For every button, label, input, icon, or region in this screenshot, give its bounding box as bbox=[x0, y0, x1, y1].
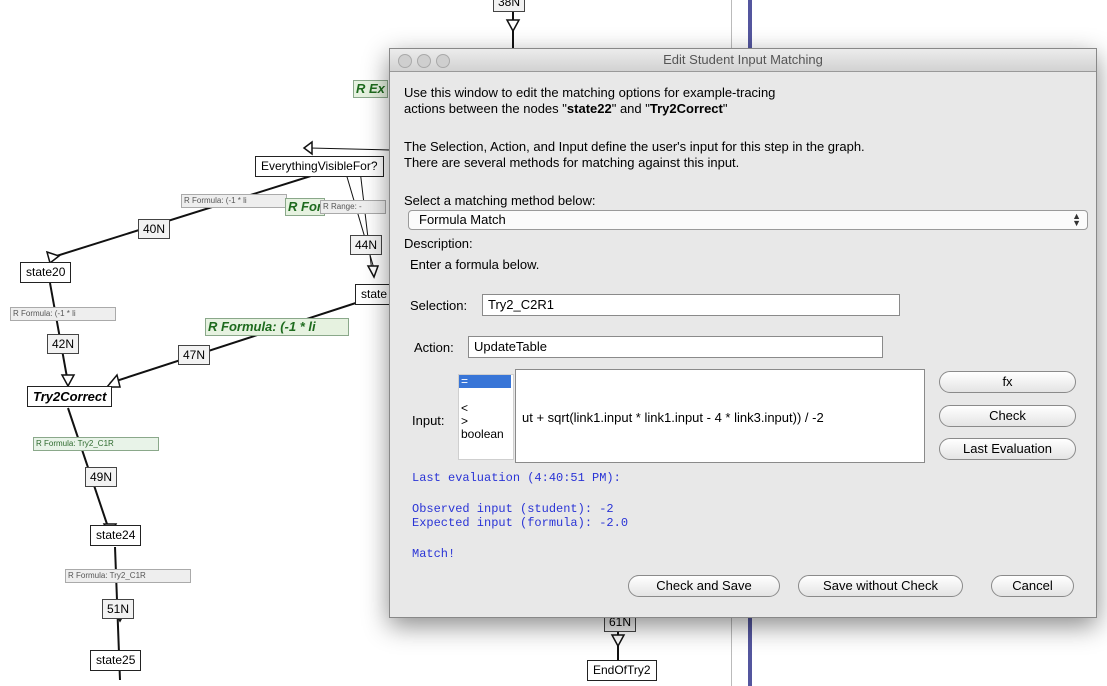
graph-node[interactable]: state bbox=[355, 284, 394, 305]
graph-node[interactable]: state24 bbox=[90, 525, 142, 546]
last-evaluation-button[interactable]: Last Evaluation bbox=[939, 438, 1076, 460]
formula-text: ut + sqrt(link1.input * link1.input - 4 … bbox=[522, 410, 824, 425]
sai-line-1: The Selection, Action, and Input define … bbox=[404, 139, 865, 154]
evaluation-header: Last evaluation (4:40:51 PM): bbox=[412, 471, 621, 485]
operator-list[interactable]: = < > boolean bbox=[458, 374, 514, 460]
edge-label[interactable]: R For bbox=[285, 198, 325, 216]
edge-label[interactable]: R Formula: Try2_C1R bbox=[65, 569, 191, 583]
selection-label: Selection: bbox=[410, 298, 468, 313]
fx-button[interactable]: fx bbox=[939, 371, 1076, 393]
edge-label[interactable]: R Formula: (-1 * li bbox=[205, 318, 349, 336]
match-result: Match! bbox=[412, 547, 456, 561]
dialog-titlebar[interactable]: Edit Student Input Matching bbox=[390, 49, 1096, 72]
intro-node-2: Try2Correct bbox=[649, 101, 723, 116]
edge-label[interactable]: R Range: - bbox=[320, 200, 386, 214]
check-button[interactable]: Check bbox=[939, 405, 1076, 427]
formula-input[interactable]: ut + sqrt(link1.input * link1.input - 4 … bbox=[515, 369, 925, 463]
edge-number[interactable]: 47N bbox=[178, 345, 211, 365]
description-label: Description: bbox=[404, 236, 473, 251]
matching-method-value: Formula Match bbox=[419, 212, 506, 227]
graph-node[interactable]: state25 bbox=[90, 650, 142, 671]
minimize-window-icon[interactable] bbox=[417, 54, 431, 68]
edge-number[interactable]: 44N bbox=[350, 235, 383, 255]
edge-number[interactable]: 38N bbox=[493, 0, 526, 12]
edge-number[interactable]: 42N bbox=[47, 334, 80, 354]
intro-line-2: actions between the nodes "state22" and … bbox=[404, 101, 728, 116]
edge-number[interactable]: 40N bbox=[138, 219, 171, 239]
graph-node[interactable]: state20 bbox=[20, 262, 72, 283]
close-window-icon[interactable] bbox=[398, 54, 412, 68]
operator-option[interactable]: = bbox=[459, 375, 511, 388]
graph-node[interactable]: Try2Correct bbox=[27, 386, 113, 407]
action-label: Action: bbox=[414, 340, 454, 355]
zoom-window-icon[interactable] bbox=[436, 54, 450, 68]
graph-node[interactable]: EverythingVisibleFor? bbox=[255, 156, 384, 177]
edge-label[interactable]: R Ex bbox=[353, 80, 388, 98]
description-text: Enter a formula below. bbox=[410, 257, 540, 272]
edge-label[interactable]: R Formula: Try2_C1R bbox=[33, 437, 159, 451]
intro-node-1: state22 bbox=[566, 101, 612, 116]
input-label: Input: bbox=[412, 413, 445, 428]
edge-number[interactable]: 51N bbox=[102, 599, 135, 619]
cancel-button[interactable]: Cancel bbox=[991, 575, 1074, 597]
save-without-check-button[interactable]: Save without Check bbox=[798, 575, 963, 597]
dialog-title: Edit Student Input Matching bbox=[663, 52, 823, 67]
selection-input[interactable]: Try2_C2R1 bbox=[482, 294, 900, 316]
expected-input: Expected input (formula): -2.0 bbox=[412, 516, 629, 530]
edge-label[interactable]: R Formula: (-1 * li bbox=[181, 194, 287, 208]
sai-line-2: There are several methods for matching a… bbox=[404, 155, 740, 170]
observed-input: Observed input (student): -2 bbox=[412, 502, 614, 516]
select-method-label: Select a matching method below: bbox=[404, 193, 596, 208]
edit-student-input-matching-dialog: Edit Student Input Matching Use this win… bbox=[389, 48, 1097, 618]
edge-label[interactable]: R Formula: (-1 * li bbox=[10, 307, 116, 321]
matching-method-select[interactable]: Formula Match ▲ ▼ bbox=[408, 210, 1088, 230]
operator-option[interactable]: boolean bbox=[459, 428, 513, 441]
check-and-save-button[interactable]: Check and Save bbox=[628, 575, 780, 597]
updown-arrows-icon: ▲ ▼ bbox=[1072, 211, 1081, 228]
intro-line-1: Use this window to edit the matching opt… bbox=[404, 85, 776, 100]
graph-node[interactable]: EndOfTry2 bbox=[587, 660, 657, 681]
action-input[interactable]: UpdateTable bbox=[468, 336, 883, 358]
edge-number[interactable]: 49N bbox=[85, 467, 118, 487]
